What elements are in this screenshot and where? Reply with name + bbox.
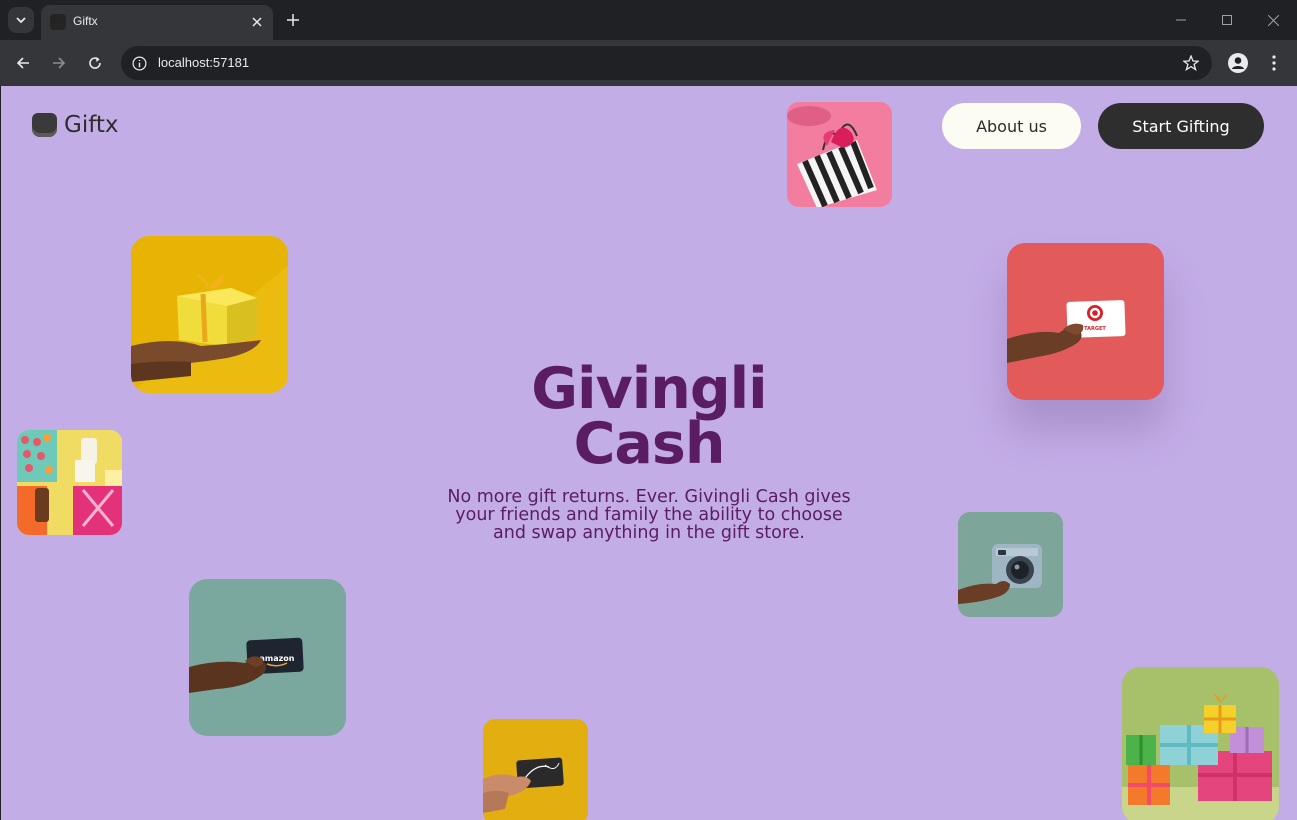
site-info-icon[interactable] bbox=[131, 55, 147, 71]
gift-card-yellow-image bbox=[483, 719, 588, 820]
browser-menu-button[interactable] bbox=[1262, 51, 1286, 75]
maximize-icon bbox=[1222, 15, 1232, 25]
page-viewport: Giftx About us Start Gifting TARGET amaz… bbox=[1, 86, 1297, 820]
amazon-card-text: amazon bbox=[260, 654, 295, 663]
gift-assortment-image bbox=[17, 430, 122, 535]
profile-icon bbox=[1228, 53, 1248, 73]
yellow-gift-box-image bbox=[131, 236, 288, 393]
logo-icon bbox=[32, 113, 57, 137]
url-text: localhost:57181 bbox=[158, 55, 250, 70]
site-logo[interactable]: Giftx bbox=[32, 112, 119, 138]
new-tab-button[interactable] bbox=[281, 8, 305, 32]
arrow-right-icon bbox=[53, 57, 66, 69]
plus-icon bbox=[287, 14, 299, 26]
arrow-left-icon bbox=[16, 57, 29, 69]
instant-camera-image bbox=[958, 512, 1063, 617]
colorful-gift-stack-image bbox=[1122, 667, 1279, 820]
window-close-button[interactable] bbox=[1250, 6, 1296, 34]
amazon-gift-card-image: amazon bbox=[189, 579, 346, 736]
reload-button[interactable] bbox=[81, 49, 109, 77]
about-us-button[interactable]: About us bbox=[942, 103, 1081, 149]
chevron-down-icon bbox=[16, 17, 26, 24]
striped-shopping-bag-image bbox=[787, 102, 892, 207]
reload-icon bbox=[89, 57, 101, 69]
hero-title: Givingli Cash bbox=[401, 356, 897, 477]
tab-title: Giftx bbox=[73, 14, 98, 28]
browser-tab[interactable]: Giftx bbox=[41, 5, 273, 40]
target-card-text: TARGET bbox=[1084, 326, 1106, 332]
close-icon bbox=[252, 17, 262, 27]
favicon-icon bbox=[50, 14, 66, 30]
back-button[interactable] bbox=[9, 49, 37, 77]
hero-title-line-1: Givingli bbox=[531, 356, 767, 422]
hero-subtitle: No more gift returns. Ever. Givingli Cas… bbox=[447, 487, 851, 543]
maximize-button[interactable] bbox=[1204, 6, 1250, 34]
target-gift-card-image: TARGET bbox=[1007, 243, 1164, 400]
minimize-icon bbox=[1176, 19, 1186, 21]
profile-button[interactable] bbox=[1226, 51, 1250, 75]
close-icon bbox=[1267, 14, 1279, 26]
forward-button[interactable] bbox=[45, 49, 73, 77]
browser-toolbar: localhost:57181 bbox=[0, 40, 1297, 86]
tab-search-button[interactable] bbox=[8, 7, 34, 33]
start-gifting-button[interactable]: Start Gifting bbox=[1098, 103, 1264, 149]
address-bar[interactable]: localhost:57181 bbox=[121, 46, 1212, 80]
hero-title-line-2: Cash bbox=[573, 411, 726, 477]
more-vert-icon bbox=[1272, 55, 1276, 71]
tab-close-button[interactable] bbox=[247, 12, 267, 32]
logo-text: Giftx bbox=[64, 112, 119, 138]
minimize-button[interactable] bbox=[1158, 6, 1204, 34]
bookmark-star-icon[interactable] bbox=[1182, 54, 1200, 72]
browser-tabstrip: Giftx bbox=[0, 0, 1297, 40]
